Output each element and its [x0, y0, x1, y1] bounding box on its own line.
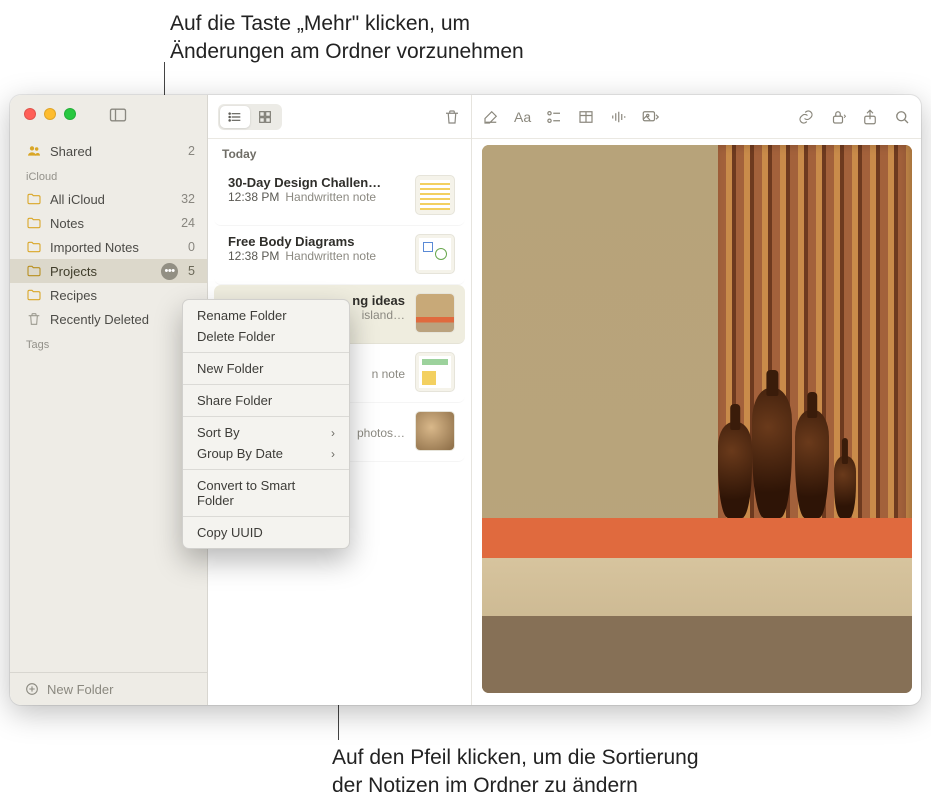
- sidebar-count: 32: [181, 192, 195, 206]
- sidebar-count: 0: [188, 240, 195, 254]
- note-image[interactable]: [482, 145, 912, 693]
- sidebar-content: Shared 2 iCloud All iCloud 32 Notes 24 I…: [10, 95, 207, 672]
- note-content: [472, 139, 921, 705]
- folder-icon: [26, 191, 42, 207]
- note-subtitle: 12:38 PMHandwritten note: [228, 249, 405, 263]
- fullscreen-window-button[interactable]: [64, 108, 76, 120]
- folder-icon: [26, 239, 42, 255]
- view-mode-segmented: [218, 104, 282, 130]
- new-folder-label: New Folder: [47, 682, 113, 697]
- note-thumbnail: [415, 411, 455, 451]
- table-button[interactable]: [577, 108, 595, 126]
- plus-circle-icon: [24, 681, 40, 697]
- media-button[interactable]: [641, 108, 659, 126]
- sidebar-label: Shared: [50, 144, 92, 159]
- sidebar-label: All iCloud: [50, 192, 105, 207]
- sidebar-item-projects[interactable]: Projects ••• 5: [10, 259, 207, 283]
- menu-separator: [183, 416, 349, 417]
- note-title: 30-Day Design Challen…: [228, 175, 405, 190]
- menu-copy-uuid[interactable]: Copy UUID: [183, 522, 349, 543]
- folder-icon: [26, 263, 42, 279]
- callout-top: Auf die Taste „Mehr" klicken, um Änderun…: [170, 10, 524, 67]
- note-title: Free Body Diagrams: [228, 234, 405, 249]
- grid-view-button[interactable]: [250, 106, 280, 128]
- sidebar-count: 5: [188, 264, 195, 278]
- sidebar-count: 24: [181, 216, 195, 230]
- note-thumbnail: [415, 175, 455, 215]
- close-window-button[interactable]: [24, 108, 36, 120]
- sidebar-item-recipes[interactable]: Recipes: [10, 283, 207, 307]
- delete-note-button[interactable]: [443, 108, 461, 126]
- folder-icon: [26, 287, 42, 303]
- sidebar-label: Recently Deleted: [50, 312, 149, 327]
- list-date-header: Today: [208, 139, 471, 167]
- menu-convert-smart[interactable]: Convert to Smart Folder: [183, 475, 349, 511]
- callout-text: der Notizen im Ordner zu ändern: [332, 774, 638, 797]
- note-item[interactable]: Free Body Diagrams 12:38 PMHandwritten n…: [214, 226, 465, 285]
- note-thumbnail: [415, 293, 455, 333]
- callout-text: Änderungen am Ordner vorzunehmen: [170, 40, 524, 63]
- sidebar-item-imported[interactable]: Imported Notes 0: [10, 235, 207, 259]
- menu-delete-folder[interactable]: Delete Folder: [183, 326, 349, 347]
- chevron-right-icon: ›: [331, 447, 335, 461]
- menu-rename-folder[interactable]: Rename Folder: [183, 305, 349, 326]
- sidebar-label: Imported Notes: [50, 240, 139, 255]
- checklist-button[interactable]: [545, 108, 563, 126]
- minimize-window-button[interactable]: [44, 108, 56, 120]
- menu-sort-by[interactable]: Sort By›: [183, 422, 349, 443]
- sidebar-label: Recipes: [50, 288, 97, 303]
- menu-separator: [183, 516, 349, 517]
- folder-icon: [26, 215, 42, 231]
- sidebar-item-notes[interactable]: Notes 24: [10, 211, 207, 235]
- window-controls: [24, 108, 76, 120]
- note-item[interactable]: 30-Day Design Challen… 12:38 PMHandwritt…: [214, 167, 465, 226]
- menu-separator: [183, 384, 349, 385]
- search-button[interactable]: [893, 108, 911, 126]
- note-thumbnail: [415, 352, 455, 392]
- menu-group-by-date[interactable]: Group By Date›: [183, 443, 349, 464]
- lock-button[interactable]: [829, 108, 847, 126]
- audio-button[interactable]: [609, 108, 627, 126]
- chevron-right-icon: ›: [331, 426, 335, 440]
- menu-new-folder[interactable]: New Folder: [183, 358, 349, 379]
- format-button[interactable]: Aa: [514, 109, 531, 125]
- sidebar-item-shared[interactable]: Shared 2: [10, 139, 207, 163]
- callout-text: Auf den Pfeil klicken, um die Sortierung: [332, 746, 699, 769]
- note-thumbnail: [415, 234, 455, 274]
- new-folder-button[interactable]: New Folder: [10, 672, 207, 705]
- callout-bottom: Auf den Pfeil klicken, um die Sortierung…: [332, 744, 699, 801]
- list-view-button[interactable]: [220, 106, 250, 128]
- people-icon: [26, 143, 42, 159]
- sidebar-item-all-icloud[interactable]: All iCloud 32: [10, 187, 207, 211]
- share-button[interactable]: [861, 108, 879, 126]
- menu-share-folder[interactable]: Share Folder: [183, 390, 349, 411]
- menu-separator: [183, 352, 349, 353]
- sidebar-label: Projects: [50, 264, 97, 279]
- menu-separator: [183, 469, 349, 470]
- sidebar-section-tags: Tags: [10, 331, 207, 355]
- compose-button[interactable]: [482, 108, 500, 126]
- link-button[interactable]: [797, 108, 815, 126]
- app-window: Shared 2 iCloud All iCloud 32 Notes 24 I…: [10, 95, 921, 705]
- sidebar-count: 2: [188, 144, 195, 158]
- trash-icon: [26, 311, 42, 327]
- sidebar-label: Notes: [50, 216, 84, 231]
- note-detail-pane: Aa: [472, 95, 921, 705]
- callout-text: Auf die Taste „Mehr" klicken, um: [170, 12, 470, 35]
- toggle-sidebar-button[interactable]: [108, 105, 128, 125]
- note-subtitle: 12:38 PMHandwritten note: [228, 190, 405, 204]
- sidebar-section-icloud: iCloud: [10, 163, 207, 187]
- sidebar: Shared 2 iCloud All iCloud 32 Notes 24 I…: [10, 95, 208, 705]
- detail-toolbar: Aa: [472, 95, 921, 139]
- sidebar-item-recently-deleted[interactable]: Recently Deleted: [10, 307, 207, 331]
- list-toolbar: [208, 95, 471, 139]
- context-menu: Rename Folder Delete Folder New Folder S…: [182, 299, 350, 549]
- more-button[interactable]: •••: [161, 263, 178, 280]
